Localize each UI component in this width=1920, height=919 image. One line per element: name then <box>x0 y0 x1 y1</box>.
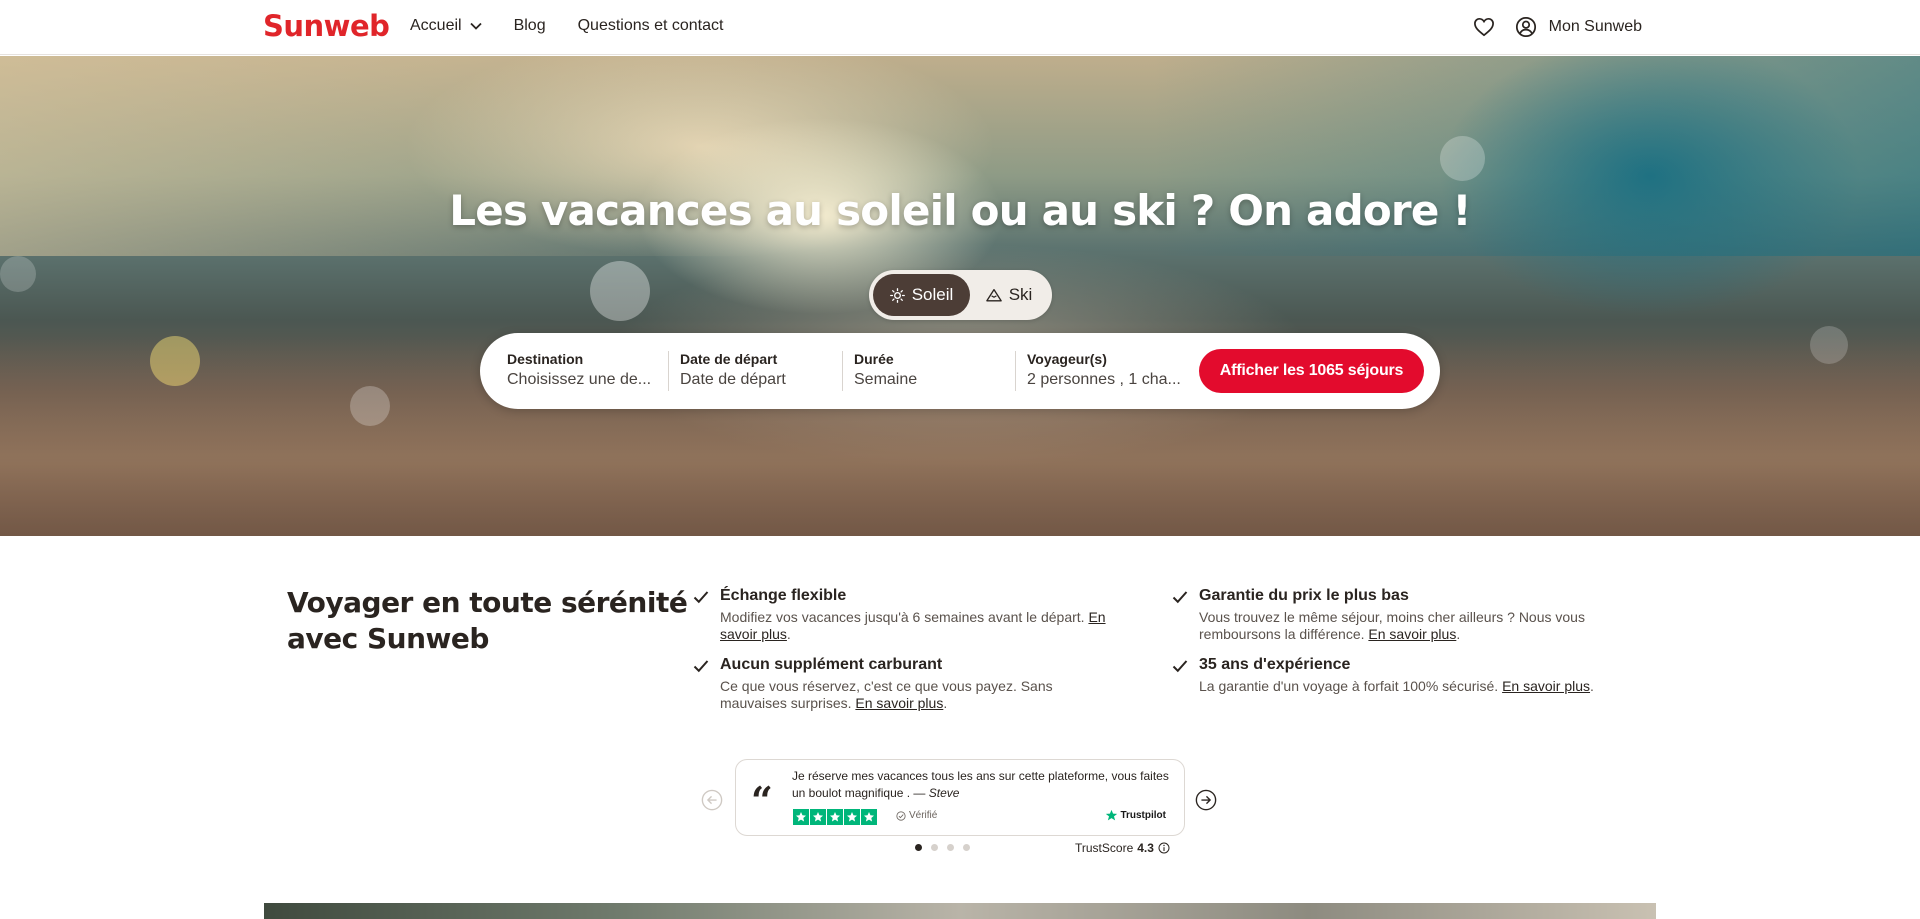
feature-description: Ce que vous réservez, c'est ce que vous … <box>720 678 1053 711</box>
star-icon <box>827 809 843 825</box>
pagination-dot[interactable] <box>963 844 970 851</box>
field-label: Date de départ <box>680 351 778 367</box>
check-circle-icon <box>896 810 906 821</box>
trustscore-value: 4.3 <box>1137 841 1154 855</box>
nav-item-accueil[interactable]: Accueil <box>410 17 482 35</box>
pagination-dot[interactable] <box>947 844 954 851</box>
check-icon <box>1172 591 1188 604</box>
feature-text: La garantie d'un voyage à forfait 100% s… <box>1199 678 1499 694</box>
trust-title: Voyager en toute sérénité avec Sunweb <box>287 585 688 657</box>
next-section-image <box>264 903 1656 919</box>
feature-description: Modifiez vos vacances jusqu'à 6 semaines… <box>720 609 1106 642</box>
field-value: 2 personnes , 1 cha... <box>1027 371 1181 388</box>
hero-title: Les vacances au soleil ou au ski ? On ad… <box>449 186 1471 235</box>
field-label: Destination <box>507 351 584 367</box>
sun-icon <box>889 287 905 303</box>
review-card: “ Je réserve mes vacances tous les ans s… <box>735 759 1185 836</box>
heart-icon[interactable] <box>1471 14 1497 40</box>
nav-item-blog[interactable]: Blog <box>514 17 546 35</box>
feature-title: 35 ans d'expérience <box>1199 656 1351 673</box>
review-quote: Je réserve mes vacances tous les ans sur… <box>792 769 1169 800</box>
trustscore: TrustScore 4.3 <box>1075 841 1170 855</box>
site-header: Sunweb Accueil Blog Questions et contact… <box>0 0 1920 55</box>
chevron-down-icon <box>469 22 482 30</box>
field-label: Voyageur(s) <box>1027 351 1107 367</box>
nav-item-contact[interactable]: Questions et contact <box>578 17 724 35</box>
check-icon <box>1172 660 1188 673</box>
field-value: Semaine <box>854 371 918 388</box>
pagination-dot[interactable] <box>931 844 938 851</box>
hero-banner: Les vacances au soleil ou au ski ? On ad… <box>0 56 1920 536</box>
main-nav: Accueil Blog Questions et contact <box>410 17 755 35</box>
pagination-dot[interactable] <box>915 844 922 851</box>
toggle-label: Ski <box>1008 285 1033 304</box>
check-icon <box>693 660 709 673</box>
nav-item-label: Accueil <box>410 17 462 34</box>
star-icon <box>793 809 809 825</box>
trustpilot-star-icon <box>1106 809 1118 821</box>
departure-date-field[interactable]: Date de départ Date de départ <box>680 351 835 393</box>
rating-stars <box>793 809 878 825</box>
star-icon <box>844 809 860 825</box>
sunweb-logo[interactable]: Sunweb <box>263 9 390 43</box>
nav-item-label: Questions et contact <box>577 17 724 34</box>
hero-bokeh <box>0 256 36 292</box>
nav-item-label: Blog <box>513 17 546 34</box>
search-submit-button[interactable]: Afficher les 1065 séjours <box>1199 349 1424 393</box>
duration-field[interactable]: Durée Semaine <box>854 351 1009 393</box>
feature-description: Vous trouvez le même séjour, moins cher … <box>1199 609 1585 642</box>
toggle-label: Soleil <box>911 285 954 304</box>
mountain-icon <box>985 288 1002 302</box>
field-value: Date de départ <box>680 371 786 388</box>
account-link[interactable]: Mon Sunweb <box>1549 18 1642 36</box>
header-actions: Mon Sunweb <box>1457 14 1642 40</box>
star-icon <box>810 809 826 825</box>
trustpilot-logo[interactable]: Trustpilot <box>1105 809 1166 822</box>
field-label: Durée <box>854 351 894 367</box>
feature-title: Garantie du prix le plus bas <box>1199 587 1409 604</box>
learn-more-link[interactable]: En savoir plus <box>1368 626 1456 642</box>
toggle-ski[interactable]: Ski <box>970 274 1048 316</box>
learn-more-link[interactable]: En savoir plus <box>855 695 943 711</box>
hero-bokeh <box>590 261 650 321</box>
divider <box>1015 351 1016 391</box>
hero-bokeh <box>350 386 390 426</box>
carousel-pagination <box>915 844 979 851</box>
divider <box>842 351 843 391</box>
feature-title: Aucun supplément carburant <box>720 656 943 673</box>
travellers-field[interactable]: Voyageur(s) 2 personnes , 1 cha... <box>1027 351 1182 393</box>
trustscore-label: TrustScore <box>1075 841 1134 855</box>
carousel-next-arrow-icon[interactable] <box>1195 789 1217 811</box>
feature-title: Échange flexible <box>720 587 847 604</box>
review-author: Steve <box>928 786 960 800</box>
user-circle-icon[interactable] <box>1513 14 1539 40</box>
toggle-soleil[interactable]: Soleil <box>873 274 970 316</box>
hero-bokeh <box>150 336 200 386</box>
feature-text: Modifiez vos vacances jusqu'à 6 semaines… <box>720 609 1085 625</box>
trust-title-line: avec Sunweb <box>287 622 489 655</box>
verified-label: Vérifié <box>909 810 938 821</box>
search-bar: Destination Choisissez une de... Date de… <box>480 333 1440 409</box>
check-icon <box>693 591 709 604</box>
trustpilot-label: Trustpilot <box>1120 810 1166 821</box>
info-icon[interactable] <box>1158 842 1170 854</box>
review-text: Je réserve mes vacances tous les ans sur… <box>792 768 1172 802</box>
learn-more-link[interactable]: En savoir plus <box>1502 678 1590 694</box>
field-value: Choisissez une de... <box>507 371 652 388</box>
feature-description: La garantie d'un voyage à forfait 100% s… <box>1199 678 1594 694</box>
quote-icon: “ <box>751 778 773 823</box>
holiday-type-toggle: Soleil Ski <box>869 270 1052 320</box>
star-icon <box>861 809 877 825</box>
hero-bokeh <box>1440 136 1485 181</box>
trust-title-line: Voyager en toute sérénité <box>287 586 688 619</box>
carousel-prev-arrow-icon[interactable] <box>701 789 723 811</box>
verified-badge: Vérifié <box>896 810 937 821</box>
destination-field[interactable]: Destination Choisissez une de... <box>507 351 657 393</box>
divider <box>668 351 669 391</box>
hero-bokeh <box>1810 326 1848 364</box>
